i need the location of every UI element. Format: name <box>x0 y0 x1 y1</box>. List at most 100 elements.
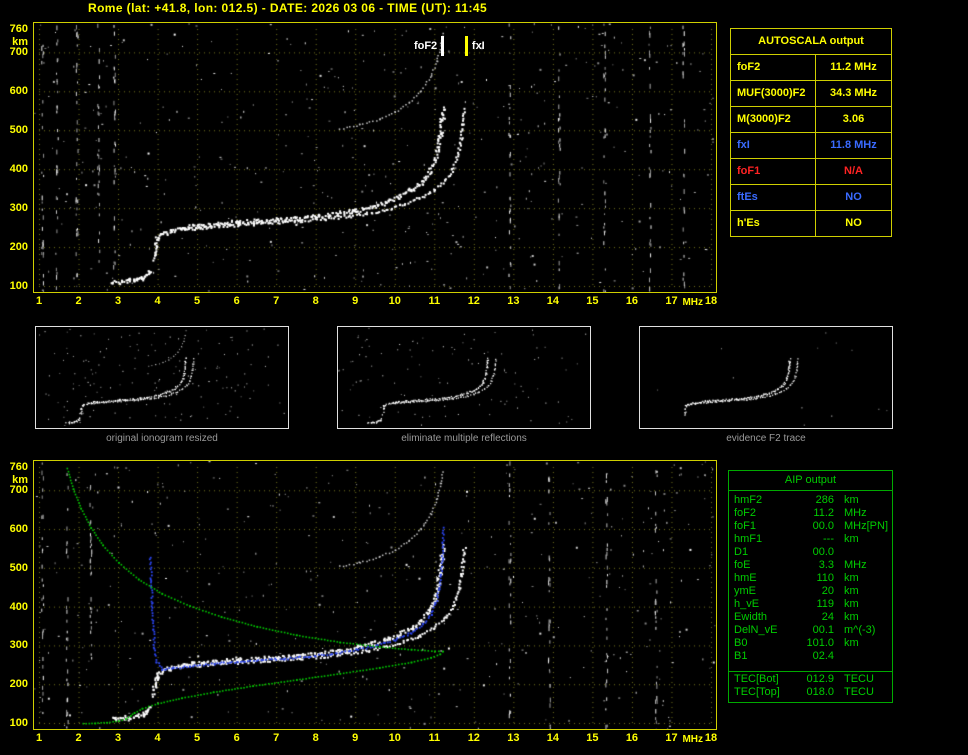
aip-row: B1 02.4 <box>729 650 892 663</box>
x-tick-label: 4 <box>154 732 161 744</box>
x-tick-label: 11 <box>428 732 441 744</box>
aip-table-title: AIP output <box>729 471 892 491</box>
aip-row-value: 286 <box>815 494 834 506</box>
x-tick-label: 5 <box>194 732 201 744</box>
main-ionogram-canvas <box>34 23 716 292</box>
x-tick-label: 16 <box>625 295 639 307</box>
x-tick-label: 2 <box>75 295 82 307</box>
y-tick-label: 300 <box>9 202 28 215</box>
autoscala-row-label: MUF(3000)F2 <box>731 81 816 106</box>
thumbnail-eliminate-reflections: eliminate multiple reflections <box>337 326 591 444</box>
autoscala-row-label: fxI <box>731 133 816 158</box>
tec-row-value: 018.0 <box>806 686 834 698</box>
y-tick-label: 100 <box>9 280 28 292</box>
aip-row: foF2 11.2 MHz <box>729 507 892 520</box>
aip-row-label: hmF2 <box>734 494 763 506</box>
tec-row-unit: TECU <box>844 686 874 698</box>
aip-row-label: B0 <box>734 637 748 649</box>
x-tick-label: 11 <box>428 295 441 307</box>
aip-row-value: --- <box>823 533 834 545</box>
aip-row-unit: km <box>844 533 859 545</box>
y-tick-label: 300 <box>9 639 28 652</box>
autoscala-table-title: AUTOSCALA output <box>758 35 864 47</box>
x-tick-label: 13 <box>507 732 520 744</box>
autoscala-row-label: h'Es <box>731 211 816 236</box>
thumbnail-eliminate-canvas <box>338 327 588 426</box>
x-axis-label: MHz <box>682 734 704 745</box>
aip-rows: hmF2 286 km foF2 11.2 MHz foF1 00.0 MHz [PN] hmF1-… <box>729 491 892 663</box>
x-tick-label: 4 <box>154 295 161 307</box>
fof2-marker-line <box>441 36 445 56</box>
x-tick-label: 17 <box>665 732 678 744</box>
y-axis-label: km <box>12 474 28 486</box>
aip-row-value: 24 <box>821 611 834 623</box>
aip-row-unit <box>834 546 844 559</box>
y-tick-label: 200 <box>9 241 28 254</box>
tec-row: TEC[Bot] 012.9 TECU <box>729 673 892 686</box>
x-tick-label: 9 <box>352 732 359 744</box>
aip-row-unit <box>834 650 844 663</box>
aip-row: hmE 110 km <box>729 572 892 585</box>
x-tick-label: 10 <box>388 295 401 307</box>
autoscala-row: fxI 11.8 MHz <box>731 132 891 158</box>
aip-row-label: h_vE <box>734 598 760 610</box>
y-tick-label: 100 <box>9 717 28 729</box>
x-tick-label: 12 <box>467 732 480 744</box>
autoscala-rows: foF2 11.2 MHz MUF(3000)F2 34.3 MHz M(3000)F2… <box>731 54 891 236</box>
autoscala-output-table: AUTOSCALA output foF2 11.2 MHz MUF(3000)F2… <box>730 28 892 237</box>
aip-output-table: AIP output hmF2 286 km foF2 11.2 MHz foF1 00.0 M… <box>728 470 893 673</box>
x-tick-label: 14 <box>546 732 559 744</box>
autoscala-row: ftEs NO <box>731 184 891 210</box>
aip-row-label: D1 <box>734 546 749 558</box>
aip-row-unit: MHz <box>844 507 867 519</box>
aip-row: hmF2 286 km <box>729 494 892 507</box>
autoscala-row-label: M(3000)F2 <box>731 107 816 132</box>
aip-row-label: foE <box>734 559 751 571</box>
profile-ionogram-canvas <box>34 461 716 729</box>
autoscala-row: foF2 11.2 MHz <box>731 54 891 80</box>
x-tick-label: 7 <box>273 295 280 307</box>
fxi-marker-line <box>464 36 468 56</box>
y-tick-label: 200 <box>9 678 28 691</box>
y-tick-label: 760 <box>9 461 28 473</box>
y-tick-label: 700 <box>9 484 28 497</box>
aip-row-label: hmE <box>734 572 757 584</box>
aip-row: h_vE 119 km <box>729 598 892 611</box>
aip-row-value: 11.2 <box>813 507 834 519</box>
autoscala-row-value: 34.3 MHz <box>829 87 878 99</box>
main-ionogram-plot: 1 2 3 4 5 6 7 8 9 10 11 12 13 14 15 16 17 18 760 700 600 500 4… <box>10 22 717 308</box>
thumbnail-eliminate-caption: eliminate multiple reflections <box>401 433 527 444</box>
fof2-marker-label: foF2 <box>413 40 438 52</box>
x-tick-label: 1 <box>35 295 43 307</box>
thumbnail-evidence-caption: evidence F2 trace <box>726 433 806 444</box>
aip-row-value: 00.0 <box>812 520 834 532</box>
aip-row-unit: m^(-3) <box>844 624 876 636</box>
y-tick-label: 760 <box>9 23 28 35</box>
tec-row-label: TEC[Top] <box>734 686 780 698</box>
fxi-marker-label: fxI <box>471 40 485 52</box>
autoscala-row-value: 11.2 MHz <box>830 61 877 73</box>
aip-row-value: 20 <box>821 585 834 597</box>
y-tick-label: 600 <box>9 523 28 536</box>
thumbnail-original-caption: original ionogram resized <box>106 433 218 444</box>
x-tick-label: 9 <box>352 295 359 307</box>
aip-row-value: 110 <box>816 572 834 584</box>
autoscala-row: MUF(3000)F2 34.3 MHz <box>731 80 891 106</box>
aip-row-label: Ewidth <box>734 611 768 623</box>
aip-row: DelN_vE 00.1 m^(-3) <box>729 624 892 637</box>
aip-row: Ewidth 24 km <box>729 611 892 624</box>
autoscala-row-value: NO <box>845 191 862 203</box>
autoscala-row-label: ftEs <box>731 185 816 210</box>
x-tick-label: 8 <box>312 295 319 307</box>
autoscala-row-value: 3.06 <box>842 113 865 125</box>
aip-row-unit: km <box>844 585 859 597</box>
aip-row-unit: km <box>844 637 859 649</box>
aip-row-unit: MHz <box>844 559 867 571</box>
tec-row-label: TEC[Bot] <box>734 673 779 685</box>
aip-row: foE 3.3 MHz <box>729 559 892 572</box>
aip-row-value: 00.1 <box>812 624 834 636</box>
tec-row: TEC[Top] 018.0 TECU <box>729 686 892 699</box>
x-axis-label: MHz <box>682 297 704 308</box>
thumbnail-original-canvas <box>36 327 286 426</box>
autoscala-row-value: NO <box>845 217 862 229</box>
